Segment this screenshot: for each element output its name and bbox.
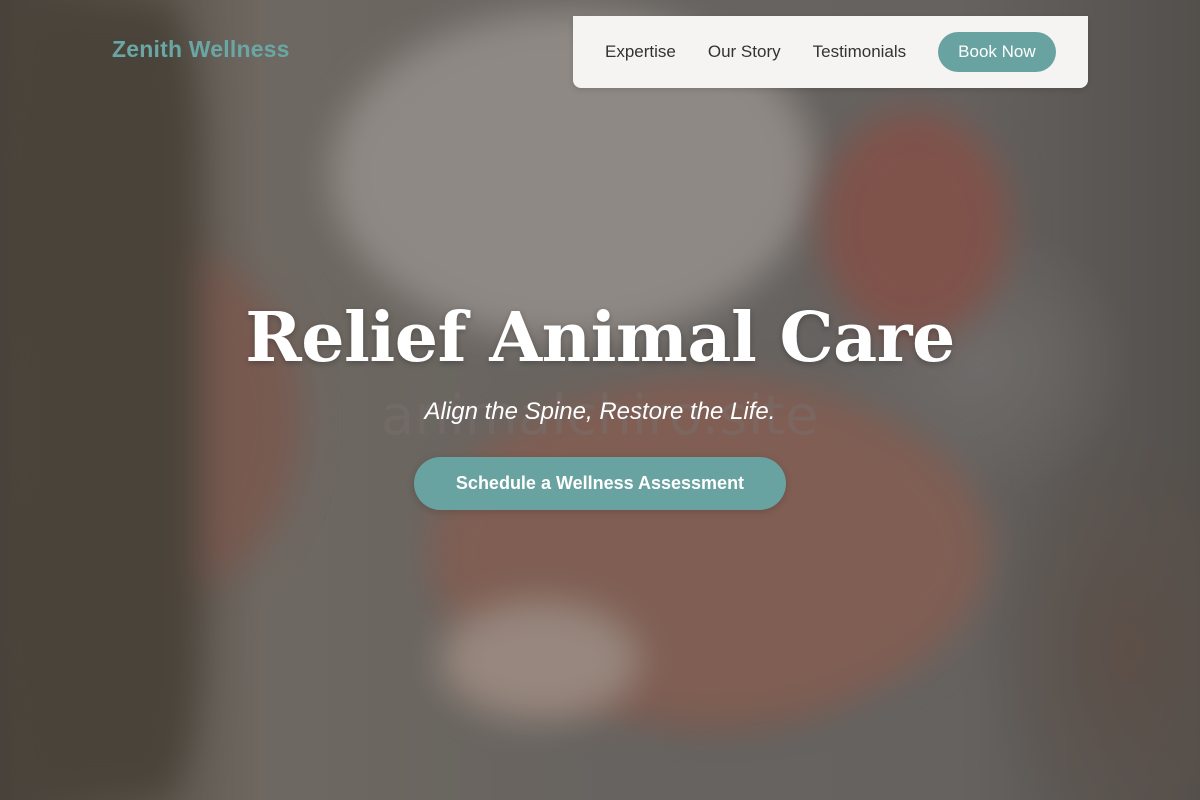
nav-link-expertise[interactable]: Expertise [605, 42, 676, 62]
book-now-button[interactable]: Book Now [938, 32, 1056, 72]
brand-logo-text[interactable]: Zenith Wellness [112, 36, 290, 63]
schedule-assessment-button[interactable]: Schedule a Wellness Assessment [414, 457, 786, 510]
nav-link-testimonials[interactable]: Testimonials [813, 42, 907, 62]
hero-subtitle: Align the Spine, Restore the Life. [424, 398, 776, 425]
nav-link-our-story[interactable]: Our Story [708, 42, 781, 62]
main-nav: Expertise Our Story Testimonials Book No… [573, 16, 1088, 88]
hero-title: Relief Animal Care [245, 298, 955, 378]
